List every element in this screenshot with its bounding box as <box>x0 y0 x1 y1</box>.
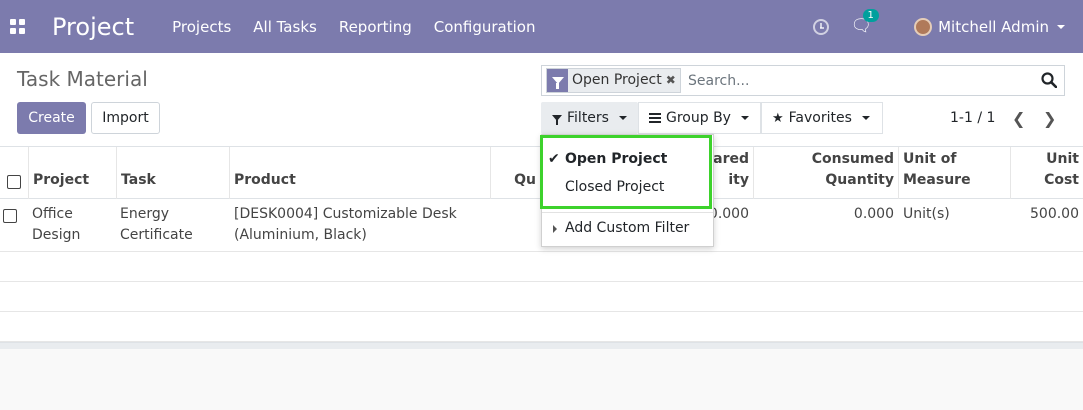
filter-facet-icon <box>547 69 568 92</box>
caret-down-icon <box>861 116 870 120</box>
add-custom-filter-toggle[interactable]: Add Custom Filter <box>542 214 713 242</box>
activity-clock-icon[interactable] <box>812 18 829 35</box>
search-bar[interactable]: Open Project ✖ <box>541 65 1065 96</box>
control-panel: Task Material Create Import Open Project… <box>0 53 1083 147</box>
highlight-annotation <box>540 135 712 209</box>
facet-label: Open Project <box>572 72 662 88</box>
cell-product: [DESK0004] Customizable Desk (Aluminium, … <box>234 206 457 243</box>
search-facet[interactable]: Open Project ✖ <box>546 68 681 93</box>
search-input[interactable] <box>688 69 1028 92</box>
empty-row <box>0 312 1083 342</box>
pager-next-icon[interactable]: ❯ <box>1043 109 1056 128</box>
cell-project: Office Design <box>32 206 81 243</box>
filters-label: Filters <box>567 110 609 126</box>
row-checkbox[interactable] <box>3 209 17 223</box>
column-header-task[interactable]: Task <box>117 147 230 199</box>
menu-projects[interactable]: Projects <box>172 18 231 36</box>
menu-reporting[interactable]: Reporting <box>339 18 412 36</box>
app-title[interactable]: Project <box>52 13 134 41</box>
user-menu-name[interactable]: Mitchell Admin <box>938 18 1049 36</box>
column-header-unit-cost[interactable]: Unit Cost <box>1011 147 1083 199</box>
menu-configuration[interactable]: Configuration <box>434 18 536 36</box>
caret-down-icon <box>618 116 627 120</box>
table-footer <box>0 342 1083 349</box>
favorites-label: Favorites <box>788 110 852 126</box>
pager-value[interactable]: 1-1 / 1 <box>950 110 995 126</box>
avatar[interactable] <box>914 17 933 36</box>
caret-down-icon <box>740 116 749 120</box>
column-header-unit-of-measure[interactable]: Unit of Measure <box>899 147 1011 199</box>
menu-all-tasks[interactable]: All Tasks <box>253 18 317 36</box>
cell-unit-of-measure: Unit(s) <box>903 206 950 222</box>
column-header-project[interactable]: Project <box>29 147 117 199</box>
cell-task: Energy Certificate <box>120 206 193 243</box>
apps-menu-icon[interactable] <box>10 18 26 35</box>
select-all-header <box>0 147 29 199</box>
groupby-button[interactable]: Group By <box>638 102 761 134</box>
caret-right-icon <box>553 225 557 233</box>
empty-row <box>0 282 1083 312</box>
column-header-product[interactable]: Product <box>230 147 491 199</box>
filter-icon <box>552 115 562 125</box>
top-navbar: Project Projects All Tasks Reporting Con… <box>0 0 1083 53</box>
star-icon: ★ <box>772 110 784 126</box>
select-all-checkbox[interactable] <box>7 175 21 189</box>
caret-down-icon[interactable] <box>1057 24 1065 29</box>
cell-unit-cost: 500.00 <box>1030 206 1079 222</box>
column-header-quantity[interactable]: Qu <box>491 147 541 199</box>
dropdown-divider <box>542 212 713 213</box>
cell-consumed-quantity: 0.000 <box>853 206 894 222</box>
facet-remove-icon[interactable]: ✖ <box>666 69 676 92</box>
empty-row <box>0 252 1083 282</box>
bars-icon <box>649 113 661 123</box>
import-button[interactable]: Import <box>91 102 160 134</box>
create-button[interactable]: Create <box>17 102 86 134</box>
column-header-consumed-quantity[interactable]: Consumed Quantity <box>754 147 899 199</box>
chat-badge: 1 <box>862 9 879 22</box>
filters-button[interactable]: Filters <box>541 102 638 134</box>
favorites-button[interactable]: ★ Favorites <box>761 102 883 134</box>
groupby-label: Group By <box>666 110 731 126</box>
pager-previous-icon[interactable]: ❮ <box>1012 109 1025 128</box>
page-title: Task Material <box>17 67 148 91</box>
messaging-button[interactable]: 🗨 1 <box>851 9 879 35</box>
search-icon[interactable] <box>1041 72 1057 88</box>
